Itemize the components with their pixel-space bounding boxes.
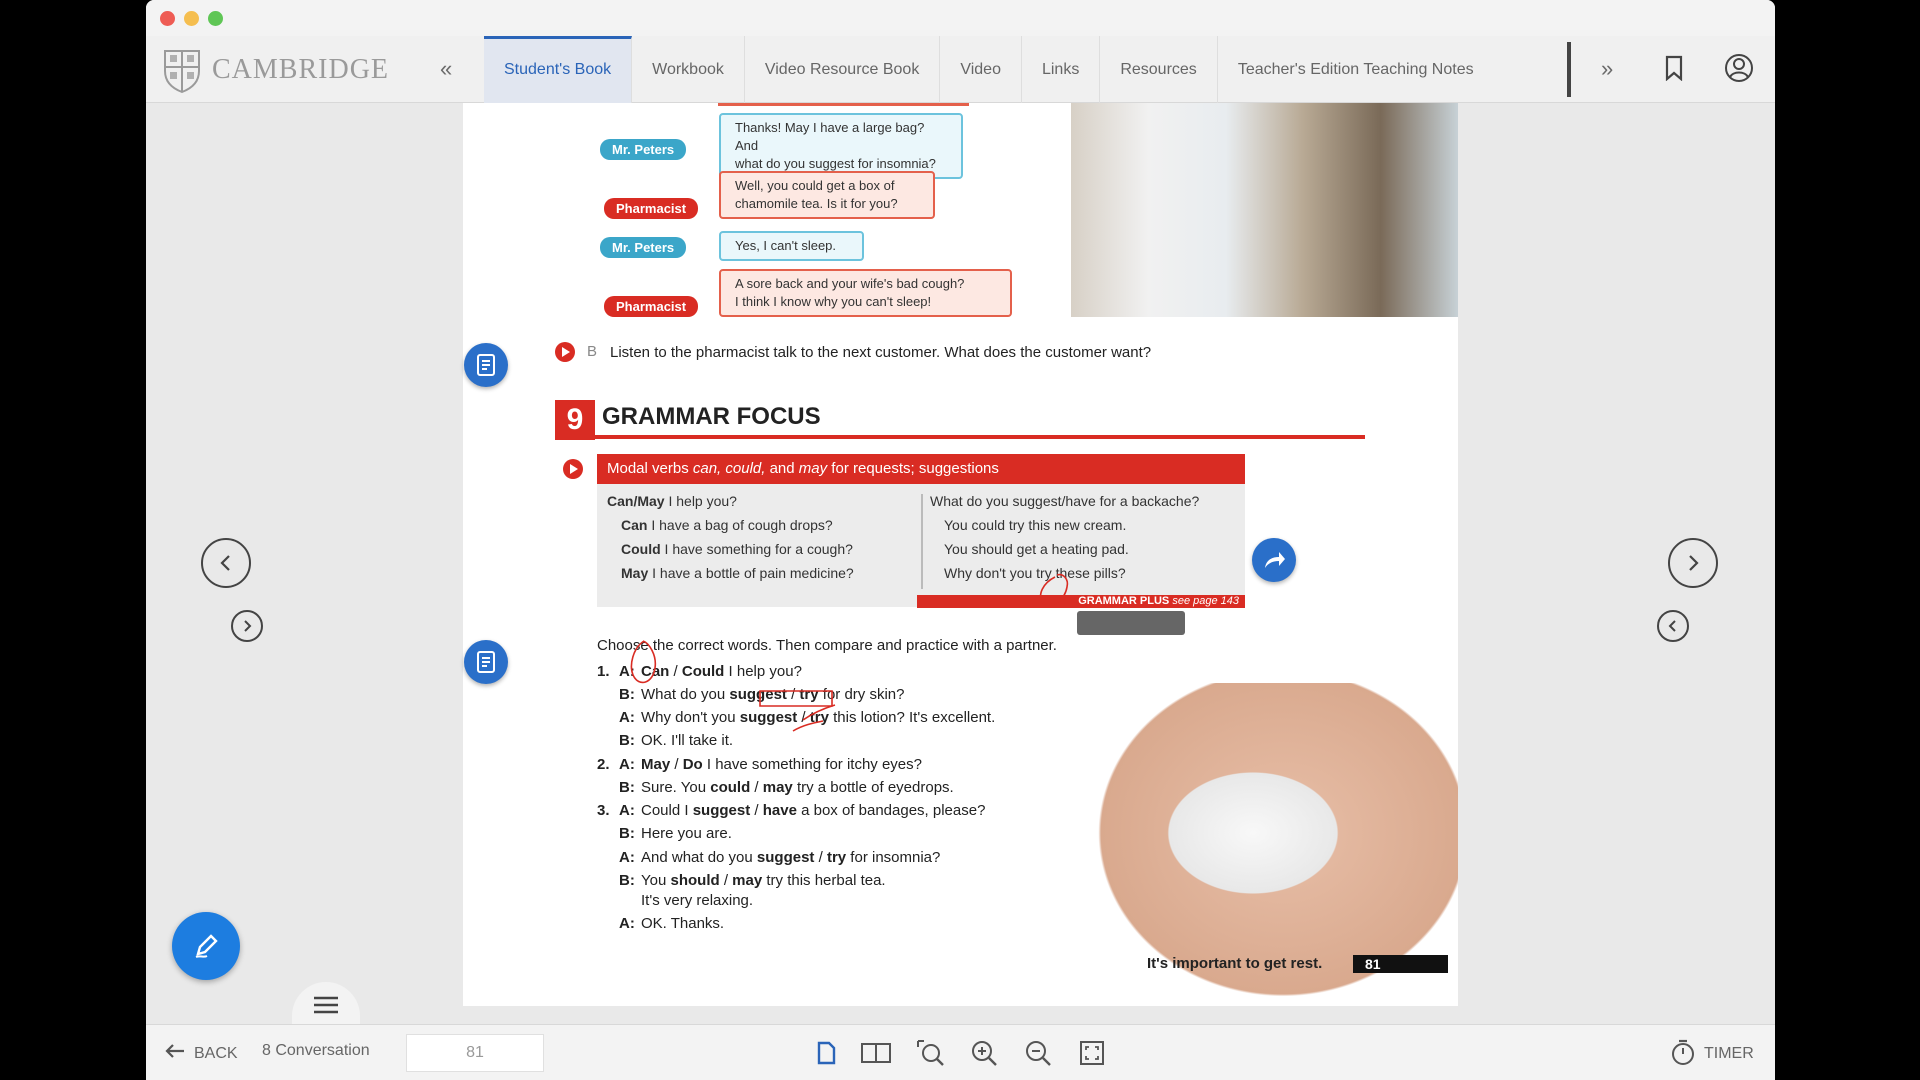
share-arrow-icon[interactable]: [1252, 538, 1296, 582]
double-chevron-right-icon[interactable]: »: [1601, 56, 1613, 82]
next-page-button[interactable]: [1668, 538, 1718, 588]
app-window: CAMBRIDGE « Student's Book Workbook Vide…: [146, 0, 1775, 1080]
zoom-area-icon[interactable]: [915, 1039, 947, 1067]
chevron-right-icon: [244, 620, 252, 632]
zoom-in-icon[interactable]: [968, 1039, 1000, 1067]
maximize-window-button[interactable]: [208, 11, 223, 26]
bottom-toolbar: BACK 8 Conversation 81 TIMER: [146, 1024, 1775, 1080]
chevron-left-icon: [1668, 620, 1676, 632]
minimize-window-button[interactable]: [184, 11, 199, 26]
fit-page-icon[interactable]: [1076, 1039, 1108, 1067]
pen-annotations: [630, 573, 1069, 732]
book-page: Mr. Peters Thanks! May I have a large ba…: [463, 103, 1458, 1006]
tab-students-book[interactable]: Student's Book: [484, 36, 633, 103]
hamburger-menu-icon: [314, 996, 338, 1014]
arrow-left-icon: [165, 1044, 184, 1058]
user-profile-icon[interactable]: [1722, 51, 1756, 85]
page-number-label: 81: [1353, 955, 1448, 973]
timer-label: TIMER: [1704, 1045, 1754, 1062]
crest-icon: [164, 50, 200, 93]
unit-label: 8 Conversation: [262, 1042, 370, 1059]
logo-text: CAMBRIDGE: [212, 54, 390, 85]
close-window-button[interactable]: [160, 11, 175, 26]
tab-video[interactable]: Video: [940, 36, 1022, 103]
tab-resources[interactable]: Resources: [1100, 36, 1218, 103]
zoom-out-icon[interactable]: [1022, 1039, 1054, 1067]
single-page-view-icon[interactable]: [810, 1039, 842, 1067]
previous-page-button[interactable]: [201, 538, 251, 588]
chevron-left-icon: [220, 555, 230, 571]
tab-workbook[interactable]: Workbook: [632, 36, 745, 103]
annotate-pen-button[interactable]: [172, 912, 240, 980]
tab-links[interactable]: Links: [1022, 36, 1101, 103]
pen-icon: [195, 934, 218, 958]
menu-tab[interactable]: [292, 982, 360, 1028]
chevron-right-icon: [1689, 555, 1699, 571]
back-label: BACK: [194, 1045, 238, 1062]
toolbar-divider: [1567, 42, 1571, 97]
double-page-view-icon[interactable]: [860, 1039, 892, 1067]
resource-tabs: Student's Book Workbook Video Resource B…: [484, 36, 1494, 103]
timer-button[interactable]: TIMER: [1670, 1037, 1760, 1069]
previous-page-small-button[interactable]: [1657, 610, 1689, 642]
double-chevron-left-icon[interactable]: «: [440, 56, 452, 82]
page-number-input[interactable]: 81: [406, 1034, 544, 1072]
top-toolbar: CAMBRIDGE « Student's Book Workbook Vide…: [146, 36, 1775, 103]
back-button[interactable]: BACK: [164, 1038, 250, 1068]
tab-teaching-notes[interactable]: Teacher's Edition Teaching Notes: [1218, 36, 1494, 103]
stopwatch-icon: [1672, 1039, 1694, 1065]
tab-video-resource-book[interactable]: Video Resource Book: [745, 36, 941, 103]
cambridge-logo: CAMBRIDGE: [162, 46, 389, 94]
next-page-small-button[interactable]: [231, 610, 263, 642]
page-caption: It's important to get rest.: [1147, 955, 1323, 972]
title-bar: [146, 0, 1775, 36]
bookmark-icon[interactable]: [1657, 51, 1691, 85]
notes-icon[interactable]: [464, 640, 508, 684]
notes-icon[interactable]: [464, 343, 508, 387]
